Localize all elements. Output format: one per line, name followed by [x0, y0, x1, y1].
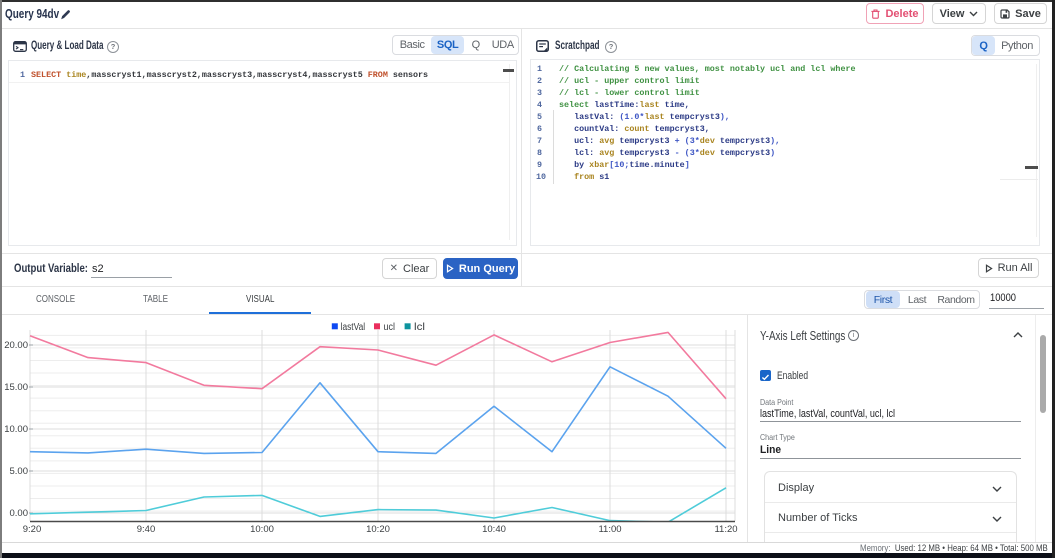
svg-text:9:40: 9:40 [137, 524, 156, 535]
svg-text:10:40: 10:40 [482, 524, 506, 535]
svg-text:10:20: 10:20 [366, 524, 390, 535]
svg-text:lcl: lcl [414, 322, 425, 333]
svg-text:lastVal: lastVal [341, 322, 366, 333]
svg-text:ucl: ucl [384, 322, 396, 333]
svg-text:15.00: 15.00 [4, 382, 28, 393]
svg-text:5.00: 5.00 [10, 466, 29, 477]
svg-text:0.00: 0.00 [10, 508, 29, 519]
svg-text:10.00: 10.00 [4, 424, 28, 435]
svg-text:10:00: 10:00 [250, 524, 274, 535]
svg-text:11:20: 11:20 [714, 524, 737, 535]
svg-text:11:00: 11:00 [598, 524, 621, 535]
svg-text:9:20: 9:20 [23, 524, 42, 535]
svg-text:20.00: 20.00 [4, 340, 28, 351]
